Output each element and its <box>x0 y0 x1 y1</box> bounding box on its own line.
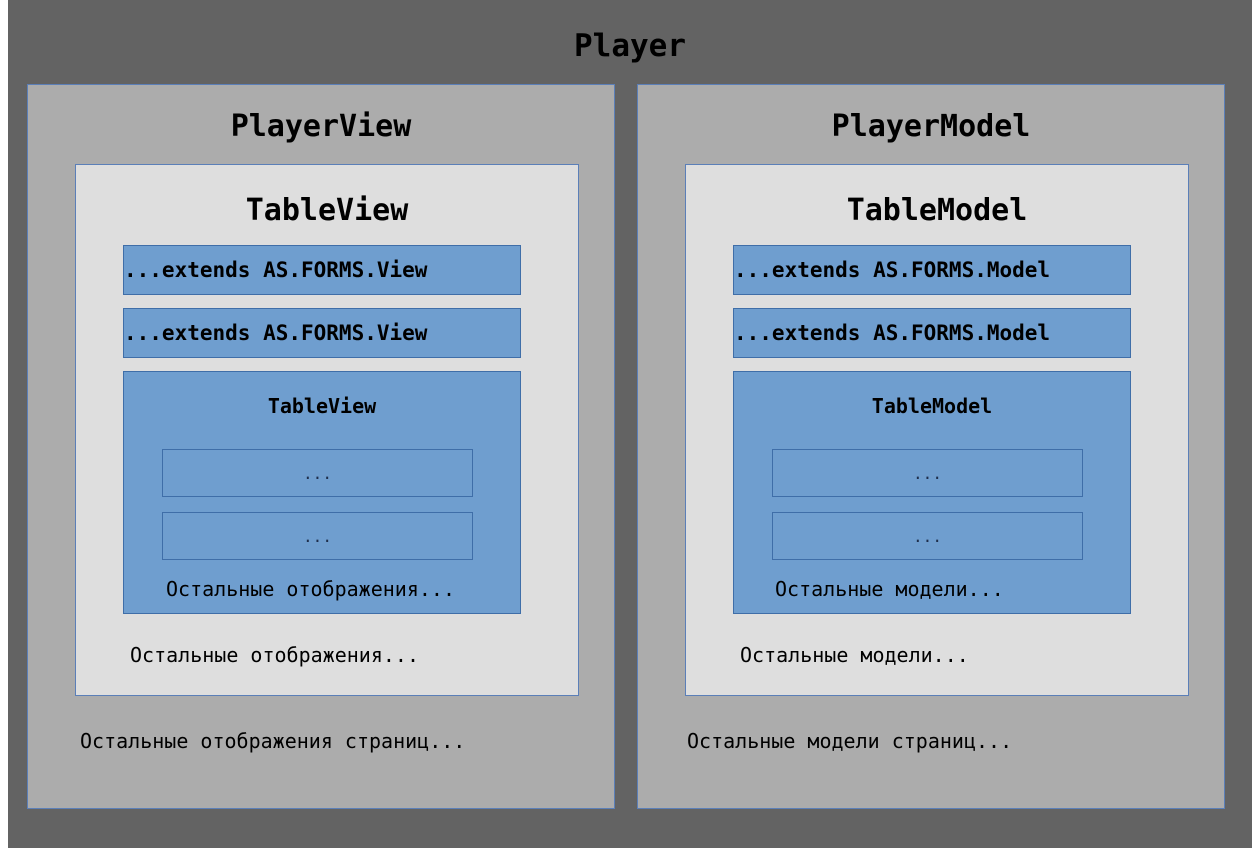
extends-model-bar-2: ...extends AS.FORMS.Model <box>733 308 1131 358</box>
player-view-rest-label: Остальные отображения страниц... <box>80 729 466 753</box>
player-view-title: PlayerView <box>230 109 412 144</box>
table-view-container: TableView ...extends AS.FORMS.View ...ex… <box>75 164 579 696</box>
player-model-panel: PlayerModel TableModel ...extends AS.FOR… <box>637 84 1225 809</box>
nested-view-rest-label: Остальные отображения... <box>166 577 455 601</box>
extends-view-bar-2: ...extends AS.FORMS.View <box>123 308 521 358</box>
table-model-container: TableModel ...extends AS.FORMS.Model ...… <box>685 164 1189 696</box>
player-model-rest-label: Остальные модели страниц... <box>687 729 1013 753</box>
player-model-title: PlayerModel <box>831 109 1031 144</box>
nested-model-slot-2: ... <box>772 512 1083 560</box>
extends-model-bar-1: ...extends AS.FORMS.Model <box>733 245 1131 295</box>
table-model-title: TableModel <box>846 193 1028 228</box>
nested-model-rest-label: Остальные модели... <box>775 577 1004 601</box>
player-view-panel: PlayerView TableView ...extends AS.FORMS… <box>27 84 615 809</box>
nested-view-slot-1: ... <box>162 449 473 497</box>
nested-table-model-block: TableModel ... ... Остальные модели... <box>733 371 1131 614</box>
player-title: Player <box>574 28 686 64</box>
nested-model-slot-1: ... <box>772 449 1083 497</box>
table-model-rest-label: Остальные модели... <box>740 643 969 667</box>
table-view-title: TableView <box>245 193 409 228</box>
nested-table-view-block: TableView ... ... Остальные отображения.… <box>123 371 521 614</box>
extends-view-bar-1: ...extends AS.FORMS.View <box>123 245 521 295</box>
nested-table-view-title: TableView <box>267 394 377 418</box>
nested-table-model-title: TableModel <box>871 394 993 418</box>
table-view-rest-label: Остальные отображения... <box>130 643 419 667</box>
nested-view-slot-2: ... <box>162 512 473 560</box>
